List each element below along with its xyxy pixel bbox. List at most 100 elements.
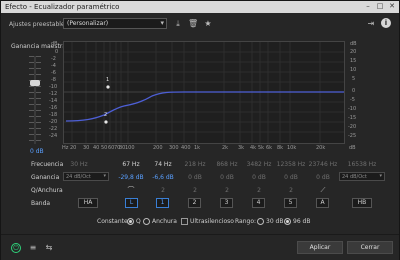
freq-hb[interactable]: 16538 Hz xyxy=(346,161,378,168)
band-1-marker-label: 1 xyxy=(106,77,109,83)
band-button-4[interactable]: 4 xyxy=(252,198,265,208)
scale-label: -6 xyxy=(51,70,56,76)
presets-dropdown[interactable]: (Personalizar) ▾ xyxy=(63,18,167,29)
band-button-2[interactable]: 2 xyxy=(188,198,201,208)
master-gain-slider[interactable] xyxy=(34,56,36,144)
hz-label: 6k xyxy=(266,145,273,151)
q-4[interactable]: 2 xyxy=(243,187,275,194)
range-96-option[interactable]: 96 dB xyxy=(284,218,310,225)
q-5[interactable]: 2 xyxy=(275,187,307,194)
eq-curve xyxy=(65,91,344,122)
hz-label: 400 xyxy=(181,145,191,151)
scale-label: 0 xyxy=(55,49,59,55)
band-button-3[interactable]: 3 xyxy=(220,198,233,208)
scale-label: 5 xyxy=(352,76,356,82)
hz-label: 8k xyxy=(277,145,284,151)
frequency-axis: Hz 20 30 40 50 60 70 80 100 200 300 400 … xyxy=(62,145,345,152)
range-30-label: 30 dB xyxy=(266,218,284,225)
trash-icon[interactable]: 🗑 xyxy=(188,19,198,29)
scale-label: -16 xyxy=(49,105,58,111)
band-button-a[interactable]: A xyxy=(316,198,329,208)
q-1[interactable]: 2 xyxy=(147,187,179,194)
band-2-marker[interactable] xyxy=(104,120,108,124)
band-button-1[interactable]: 1 xyxy=(156,198,169,208)
scale-label: -25 xyxy=(348,133,357,139)
scale-label: -5 xyxy=(350,97,355,103)
band-button-l[interactable]: L xyxy=(125,198,138,208)
gain-1[interactable]: -6,6 dB xyxy=(147,174,179,181)
band-button-5[interactable]: 5 xyxy=(284,198,297,208)
range-30-option[interactable]: 30 dB xyxy=(257,218,283,225)
low-slope-dropdown[interactable]: 24 dB/Oct ▾ xyxy=(63,172,109,181)
scale-label: -8 xyxy=(51,77,56,83)
scale-label: -10 xyxy=(49,84,58,90)
freq-a[interactable]: 23746 Hz xyxy=(307,161,339,168)
hz-label: 50 xyxy=(101,145,108,151)
hz-label: 20k xyxy=(316,145,326,151)
high-slope-dropdown[interactable]: 24 dB/Oct ▾ xyxy=(339,172,385,181)
gain-4[interactable]: 0 dB xyxy=(243,174,275,181)
freq-3[interactable]: 868 Hz xyxy=(211,161,243,168)
scale-label: -22 xyxy=(49,126,58,132)
routing-icon[interactable]: ⇥ xyxy=(366,19,376,29)
gain-5[interactable]: 0 dB xyxy=(275,174,307,181)
band-2-marker-label: 2 xyxy=(104,112,107,118)
scale-label: -15 xyxy=(348,115,357,121)
freq-1[interactable]: 74 Hz xyxy=(147,161,179,168)
freq-2[interactable]: 218 Hz xyxy=(179,161,211,168)
radio-selected-icon xyxy=(127,218,134,225)
maximize-button[interactable]: □ xyxy=(375,2,385,11)
radio-icon xyxy=(257,218,264,225)
left-db-scale: dB 0 -2 -4 -6 -8 -10 -12 -14 -16 -18 -20… xyxy=(49,41,61,144)
constant-width-option[interactable]: Anchura xyxy=(143,218,177,225)
constant-q-label: Q xyxy=(136,218,141,225)
gain-2[interactable]: 0 dB xyxy=(179,174,211,181)
right-db-scale: dB 20 15 10 5 0 -5 -10 -15 -20 -25 xyxy=(348,41,362,144)
gain-a[interactable]: 0 dB xyxy=(307,174,339,181)
shelf-high-icon[interactable]: ⟋ xyxy=(316,186,330,195)
scale-label: 0 xyxy=(352,88,356,94)
close-window-button[interactable]: ✕ xyxy=(387,2,397,11)
freq-4[interactable]: 3482 Hz xyxy=(243,161,275,168)
constant-q-option[interactable]: Q xyxy=(127,218,141,225)
hz-label: 4k xyxy=(250,145,257,151)
star-icon[interactable]: ★ xyxy=(203,19,213,29)
window-title: Efecto - Ecualizador paramétrico xyxy=(5,3,120,11)
constant-width-label: Anchura xyxy=(152,218,177,225)
gain-l[interactable]: -29,8 dB xyxy=(115,174,147,181)
freq-ha[interactable]: 30 Hz xyxy=(63,161,95,168)
list-icon[interactable]: ≡ xyxy=(28,243,38,253)
high-slope-value: 24 dB/Oct xyxy=(342,174,367,180)
master-gain-handle[interactable] xyxy=(30,80,40,86)
q-3[interactable]: 2 xyxy=(211,187,243,194)
hz-label: 1k xyxy=(194,145,201,151)
presets-value: (Personalizar) xyxy=(67,20,109,27)
db-corner-label: dB xyxy=(349,145,356,151)
scale-label: -24 xyxy=(49,133,58,139)
freq-l[interactable]: 67 Hz xyxy=(115,161,147,168)
import-icon[interactable]: ⇆ xyxy=(44,243,54,253)
save-preset-icon[interactable]: ⤓ xyxy=(173,19,183,29)
scale-label: -20 xyxy=(49,119,58,125)
scale-label: 10 xyxy=(350,67,357,73)
freq-5[interactable]: 12358 Hz xyxy=(275,161,307,168)
hz-label: 200 xyxy=(153,145,163,151)
minimize-button[interactable]: – xyxy=(363,2,373,11)
power-icon[interactable]: ⏻ xyxy=(11,243,21,253)
constant-label: Constante: xyxy=(97,218,130,225)
ultrasonic-checkbox[interactable]: Ultrasilencioso xyxy=(181,218,234,225)
hz-label: 40 xyxy=(93,145,100,151)
gain-3[interactable]: 0 dB xyxy=(211,174,243,181)
info-icon[interactable]: i xyxy=(381,18,391,28)
q-2[interactable]: 2 xyxy=(179,187,211,194)
eq-graph[interactable]: 1 2 xyxy=(63,41,345,144)
master-gain-value[interactable]: 0 dB xyxy=(30,148,44,155)
band-button-ha[interactable]: HA xyxy=(78,198,98,208)
band-1-marker[interactable] xyxy=(106,85,110,89)
band-button-hb[interactable]: HB xyxy=(352,198,372,208)
close-button[interactable]: Cerrar xyxy=(347,241,393,254)
apply-button[interactable]: Aplicar xyxy=(297,241,343,254)
shelf-low-icon[interactable]: ⌒ xyxy=(124,186,138,195)
hz-label: 300 xyxy=(169,145,179,151)
hz-label: 2k xyxy=(222,145,229,151)
